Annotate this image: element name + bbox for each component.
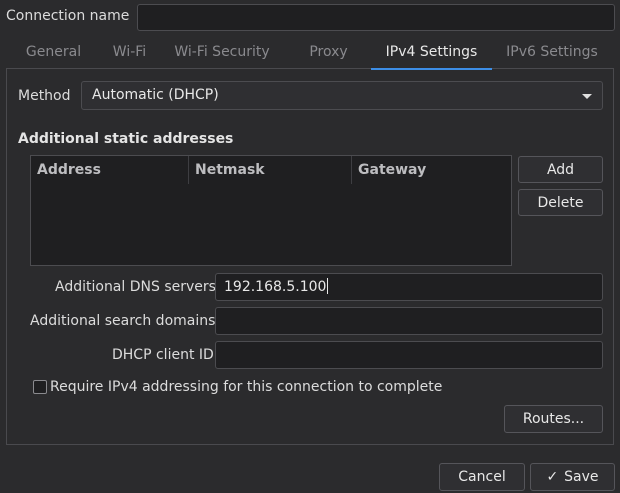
check-icon: ✓ [546,469,559,485]
tab-wifi[interactable]: Wi-Fi [101,37,158,69]
dns-servers-value: 192.168.5.100 [224,279,327,295]
column-header-gateway[interactable]: Gateway [351,156,511,184]
static-addresses-table[interactable]: Address Netmask Gateway [30,155,512,266]
text-cursor [327,278,329,294]
save-button[interactable]: ✓ Save [530,463,615,491]
search-domains-input[interactable] [215,307,603,335]
tab-ipv6-settings[interactable]: IPv6 Settings [492,37,612,69]
tab-proxy[interactable]: Proxy [286,37,371,69]
settings-tabs: General Wi-Fi Wi-Fi Security Proxy IPv4 … [6,37,614,70]
delete-address-button[interactable]: Delete [518,189,603,216]
static-addresses-heading: Additional static addresses [18,131,234,147]
chevron-down-icon [582,94,592,99]
method-select[interactable]: Automatic (DHCP) [81,81,603,110]
dhcp-client-id-label: DHCP client ID [112,347,214,363]
require-ipv4-checkbox[interactable] [33,380,47,394]
tab-ipv4-settings[interactable]: IPv4 Settings [371,37,492,70]
add-address-button[interactable]: Add [518,156,603,183]
dns-servers-label: Additional DNS servers [55,279,216,295]
method-select-value: Automatic (DHCP) [92,87,219,103]
column-header-netmask[interactable]: Netmask [188,156,351,184]
cancel-button[interactable]: Cancel [439,463,525,491]
save-button-label: Save [564,469,599,485]
routes-button[interactable]: Routes... [504,405,603,433]
dns-servers-input[interactable]: 192.168.5.100 [215,273,603,301]
connection-name-label: Connection name [6,8,130,24]
tab-wifi-security[interactable]: Wi-Fi Security [158,37,286,69]
method-label: Method [18,88,71,104]
search-domains-label: Additional search domains [30,313,216,329]
connection-name-input[interactable] [137,4,615,31]
require-ipv4-label[interactable]: Require IPv4 addressing for this connect… [50,379,442,395]
tab-general[interactable]: General [6,37,101,69]
dhcp-client-id-input[interactable] [215,341,603,369]
column-header-address[interactable]: Address [31,156,188,184]
